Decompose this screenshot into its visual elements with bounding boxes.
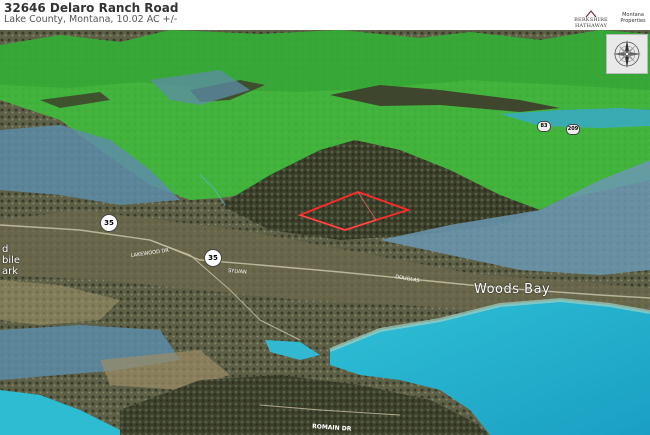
property-subtitle: Lake County, Montana, 10.02 AC +/- — [4, 14, 178, 25]
brand-logo: BERKSHIRE HATHAWAY — [572, 10, 610, 29]
compass-rose-icon — [613, 40, 641, 68]
park-label-line-2: bile — [2, 255, 21, 266]
property-title: 32646 Delaro Ranch Road — [4, 1, 179, 15]
route-shield-35-south: 35 — [204, 249, 222, 267]
aerial-3d-map[interactable]: LAKEWOOD DR SYLVAN DOUGLAS ROMAIN DR — [0, 30, 650, 435]
compass-widget[interactable] — [606, 34, 648, 74]
place-label-park: d bile ark — [2, 244, 20, 277]
header: 32646 Delaro Ranch Road Lake County, Mon… — [0, 0, 650, 30]
park-label-line-1: d — [2, 244, 9, 255]
route-shield-small-2: 209 — [566, 124, 580, 135]
place-label-woods-bay: Woods Bay — [474, 282, 551, 297]
route-shield-small-1: 83 — [537, 121, 551, 132]
park-label-line-3: ark — [2, 266, 19, 277]
route-shield-35-north: 35 — [100, 214, 118, 232]
brand-partner: Montana Properties — [620, 12, 646, 24]
brand-logo-text: BERKSHIRE HATHAWAY — [574, 17, 608, 29]
